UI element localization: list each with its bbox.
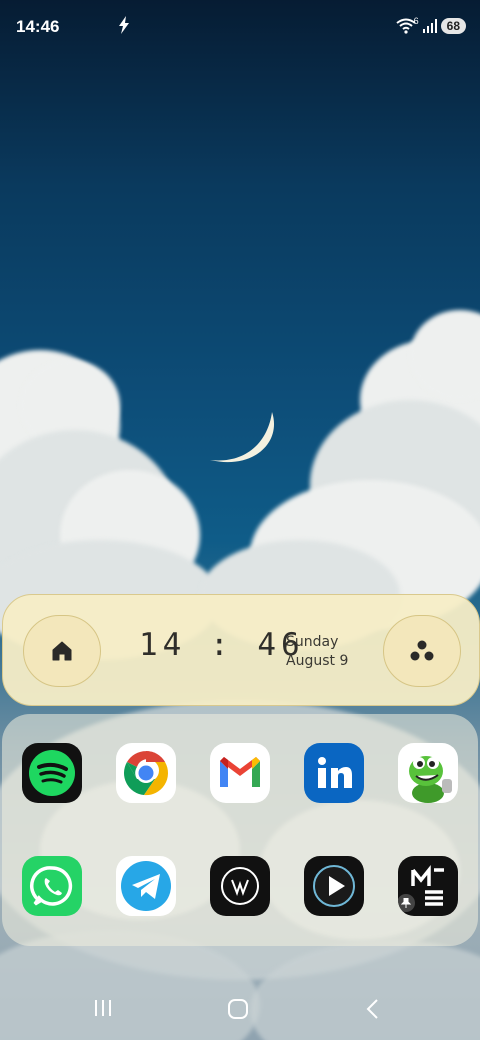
clock-widget: 14 : 46 Sunday August 9 <box>2 594 480 706</box>
whatsapp-icon <box>29 866 73 906</box>
w-app-icon[interactable] <box>210 856 270 916</box>
home-nav-icon[interactable] <box>227 998 249 1020</box>
play-app-icon[interactable] <box>304 856 364 916</box>
three-dots-icon <box>410 640 434 661</box>
alien-mascot-app-icon[interactable] <box>398 743 458 803</box>
play-icon <box>313 865 355 907</box>
w-logo-icon <box>221 867 259 905</box>
linkedin-app-icon[interactable] <box>304 743 364 803</box>
whatsapp-app-icon[interactable] <box>22 856 82 916</box>
bolt-icon <box>119 16 129 34</box>
telegram-app-icon[interactable] <box>116 856 176 916</box>
alien-mascot-icon <box>409 756 452 803</box>
apps-menu-button[interactable] <box>383 615 461 687</box>
spotify-icon <box>29 750 75 796</box>
status-icons: 6 68 <box>396 16 466 34</box>
clock-date-label: August 9 <box>286 653 349 669</box>
home-button[interactable] <box>23 615 101 687</box>
navigation-bar <box>0 980 480 1040</box>
chrome-icon <box>123 751 169 796</box>
me-app-icon[interactable] <box>398 856 458 916</box>
wifi-badge: 6 <box>413 16 419 26</box>
clock-day-label: Sunday <box>286 634 339 650</box>
gmail-app-icon[interactable] <box>210 743 270 803</box>
gmail-icon <box>220 757 260 787</box>
status-time: 14:46 <box>16 17 60 36</box>
telegram-icon <box>121 861 171 911</box>
chrome-app-icon[interactable] <box>116 743 176 803</box>
clock-time: 14 : 46 <box>139 627 305 663</box>
signal-icon <box>422 19 437 33</box>
spotify-app-icon[interactable] <box>22 743 82 803</box>
back-icon[interactable] <box>364 998 380 1020</box>
battery-icon: 68 <box>440 18 466 34</box>
status-bar: 14:46 6 68 <box>0 0 480 54</box>
recents-icon[interactable] <box>93 998 113 1018</box>
home-icon <box>52 641 72 661</box>
clock-date: Sunday August 9 <box>286 633 348 671</box>
linkedin-icon <box>318 757 352 788</box>
moon-icon <box>210 412 275 463</box>
pin-icon <box>401 898 411 908</box>
